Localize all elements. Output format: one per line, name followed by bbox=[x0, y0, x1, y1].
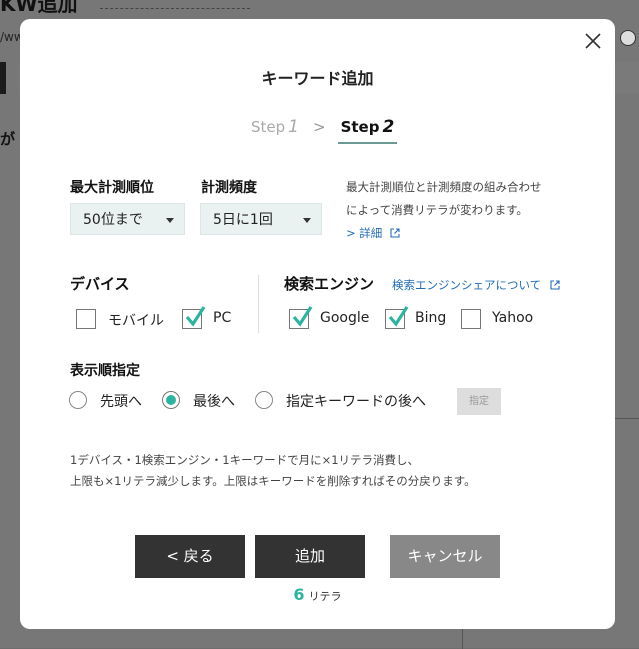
consumption-info: 1デバイス・1検索エンジン・1キーワードで月に×1リテラ消費し、 上限も×1リテ… bbox=[70, 453, 476, 488]
device-label: デバイス bbox=[70, 275, 130, 293]
check-icon bbox=[388, 306, 409, 327]
order-after-keyword-radio[interactable] bbox=[255, 391, 273, 409]
engine-google-checkbox[interactable] bbox=[289, 306, 313, 329]
engine-share-link-wrap: 検索エンジンシェアについて bbox=[392, 274, 561, 293]
step-1: Step 1 bbox=[251, 117, 299, 137]
add-keyword-modal: キーワード追加 Step 1 > Step 2 最大計測順位 50位まで 計測頻度 … bbox=[20, 19, 615, 629]
device-mobile-label: モバイル bbox=[108, 313, 164, 329]
step-separator: > bbox=[312, 118, 326, 136]
add-button[interactable]: 追加 bbox=[255, 535, 365, 578]
step-2-current: Step 2 bbox=[337, 117, 398, 144]
frequency-value: 5日に1回 bbox=[213, 212, 273, 228]
caret-down-icon bbox=[166, 218, 174, 223]
section-divider bbox=[258, 275, 259, 333]
max-rank-label: 最大計測順位 bbox=[70, 180, 154, 196]
step-indicator: Step 1 > Step 2 bbox=[251, 117, 398, 144]
device-mobile-checkbox[interactable] bbox=[76, 309, 96, 329]
background-heading: が bbox=[0, 130, 16, 148]
order-after-keyword-label: 指定キーワードの後へ bbox=[286, 394, 426, 410]
engine-share-link[interactable]: 検索エンジンシェアについて bbox=[392, 278, 541, 292]
display-order-label: 表示順指定 bbox=[70, 363, 140, 379]
close-button[interactable] bbox=[583, 31, 603, 51]
max-rank-value: 50位まで bbox=[83, 212, 143, 228]
close-icon bbox=[585, 33, 601, 49]
frequency-select[interactable]: 5日に1回 bbox=[200, 203, 322, 235]
check-icon bbox=[185, 306, 206, 327]
credit-count: 6 bbox=[293, 585, 305, 604]
external-link-icon bbox=[390, 228, 400, 238]
engine-yahoo-checkbox[interactable] bbox=[461, 309, 481, 329]
background-bar bbox=[0, 62, 6, 94]
engine-bing-checkbox[interactable] bbox=[385, 306, 409, 329]
engine-yahoo-label: Yahoo bbox=[492, 310, 534, 326]
specify-keyword-button[interactable]: 指定 bbox=[457, 388, 501, 415]
background-radio bbox=[620, 30, 636, 46]
check-icon bbox=[292, 306, 313, 327]
order-first-label: 先頭へ bbox=[100, 394, 142, 410]
credit-unit: リテラ bbox=[308, 590, 342, 603]
external-link-icon bbox=[550, 280, 560, 290]
credit-cost: 6 リテラ bbox=[20, 585, 615, 604]
device-pc-label: PC bbox=[213, 310, 232, 326]
max-rank-select[interactable]: 50位まで bbox=[70, 203, 185, 235]
device-pc-checkbox[interactable] bbox=[182, 306, 206, 329]
caret-down-icon bbox=[303, 218, 311, 223]
background-title: KW追加 bbox=[0, 0, 78, 16]
engine-bing-label: Bing bbox=[415, 310, 447, 326]
order-last-radio[interactable] bbox=[162, 391, 180, 409]
back-button[interactable]: < 戻る bbox=[135, 535, 245, 578]
search-engine-label: 検索エンジン bbox=[284, 275, 375, 293]
details-link[interactable]: > 詳細 bbox=[346, 226, 382, 240]
modal-title: キーワード追加 bbox=[261, 69, 374, 88]
cancel-button[interactable]: キャンセル bbox=[390, 535, 500, 578]
frequency-label: 計測頻度 bbox=[201, 180, 257, 196]
background-divider bbox=[100, 8, 250, 9]
rank-frequency-note: 最大計測順位と計測頻度の組み合わせ によって消費リテラが変わります。 > 詳細 bbox=[346, 180, 542, 240]
engine-google-label: Google bbox=[320, 310, 370, 326]
order-last-label: 最後へ bbox=[193, 394, 235, 410]
order-first-radio[interactable] bbox=[69, 391, 87, 409]
